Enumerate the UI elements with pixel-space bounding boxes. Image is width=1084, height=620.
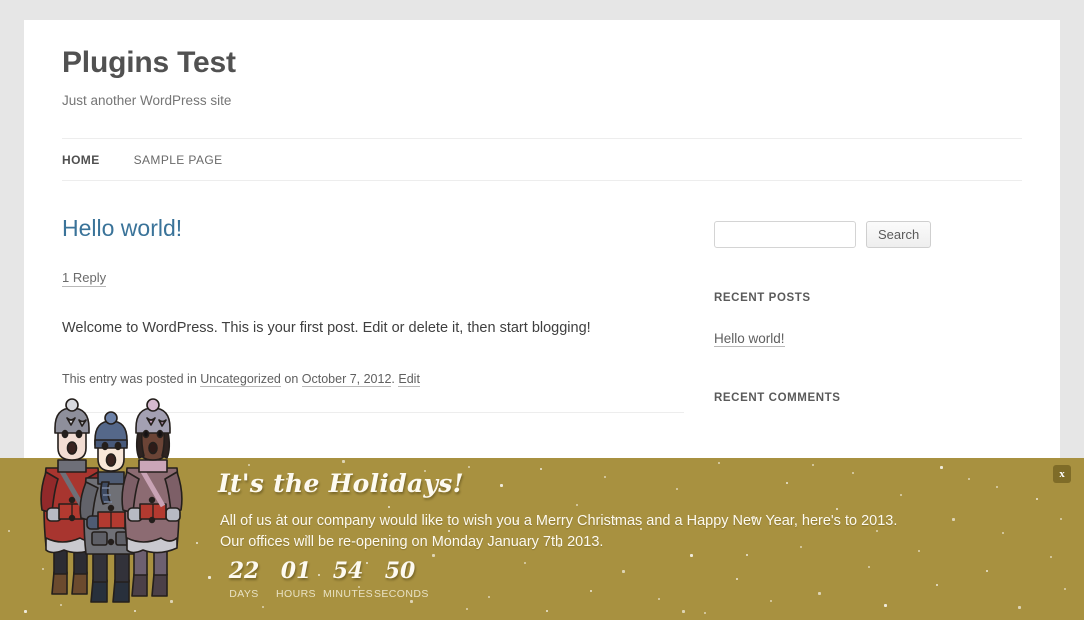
countdown-timer: 22 Days 01 Hours 54 Minutes 50 Seconds <box>218 558 429 600</box>
primary-navigation: Home Sample Page <box>62 138 1022 181</box>
holiday-message-line-2: Our offices will be re-opening on Monday… <box>220 534 604 551</box>
countdown-value-minutes: 54 <box>332 558 364 584</box>
close-icon[interactable]: x <box>1053 465 1071 483</box>
post-body: Welcome to WordPress. This is your first… <box>62 319 591 336</box>
countdown-unit-seconds: 50 Seconds <box>374 558 429 600</box>
post-date-link[interactable]: October 7, 2012 <box>301 371 392 387</box>
search-form: Search <box>714 221 1002 248</box>
post-meta-prefix: This entry was posted in <box>62 371 197 386</box>
holiday-message-line-1: All of us at our company would like to w… <box>220 513 898 529</box>
holiday-banner-title: It's the Holidays! <box>218 469 464 498</box>
countdown-value-seconds: 50 <box>384 558 416 584</box>
browser-viewport: Plugins Test Just another WordPress site… <box>0 0 1084 620</box>
widget-title-recent-posts: Recent Posts <box>714 292 811 304</box>
content-columns: Hello world! 1 Reply Welcome to WordPres… <box>62 181 1022 430</box>
post-category-link[interactable]: Uncategorized <box>200 371 281 387</box>
holiday-banner-message: All of us at our company would like to w… <box>220 511 897 554</box>
post-meta-period: . <box>391 371 395 386</box>
holiday-banner-content: It's the Holidays! All of us at our comp… <box>218 458 1038 620</box>
post-meta-on: on <box>284 371 299 386</box>
nav-item-sample-page[interactable]: Sample Page <box>134 153 223 167</box>
countdown-value-hours: 01 <box>280 558 312 584</box>
carolers-illustration <box>40 398 183 603</box>
countdown-value-days: 22 <box>228 558 260 584</box>
countdown-label-days: Days <box>229 588 259 600</box>
search-input[interactable] <box>714 221 856 248</box>
countdown-unit-minutes: 54 Minutes <box>322 560 374 600</box>
post-title[interactable]: Hello world! <box>62 215 684 243</box>
site-header: Plugins Test Just another WordPress site <box>62 20 1022 108</box>
widget-recent-comments: Recent Comments <box>714 392 1002 404</box>
recent-post-link[interactable]: Hello world! <box>714 331 785 347</box>
countdown-unit-days: 22 Days <box>218 560 270 600</box>
caroler-right <box>121 398 183 597</box>
countdown-label-seconds: Seconds <box>374 588 429 600</box>
sidebar: Search Recent Posts Hello world! Recent … <box>702 215 1002 430</box>
widget-title-recent-comments: Recent Comments <box>714 392 841 404</box>
search-button[interactable]: Search <box>866 221 932 248</box>
post-reply-link[interactable]: 1 Reply <box>62 270 107 287</box>
countdown-label-hours: Hours <box>276 588 316 600</box>
countdown-unit-hours: 01 Hours <box>270 560 322 600</box>
nav-item-home[interactable]: Home <box>62 153 100 167</box>
page-inner: Plugins Test Just another WordPress site… <box>24 20 1060 430</box>
post-meta: This entry was posted in Uncategorized o… <box>62 371 684 387</box>
site-title: Plugins Test <box>62 46 236 79</box>
countdown-label-minutes: Minutes <box>322 588 374 600</box>
widget-recent-posts: Recent Posts Hello world! <box>714 292 1002 348</box>
post-edit-link[interactable]: Edit <box>398 371 420 387</box>
site-description: Just another WordPress site <box>62 93 232 108</box>
